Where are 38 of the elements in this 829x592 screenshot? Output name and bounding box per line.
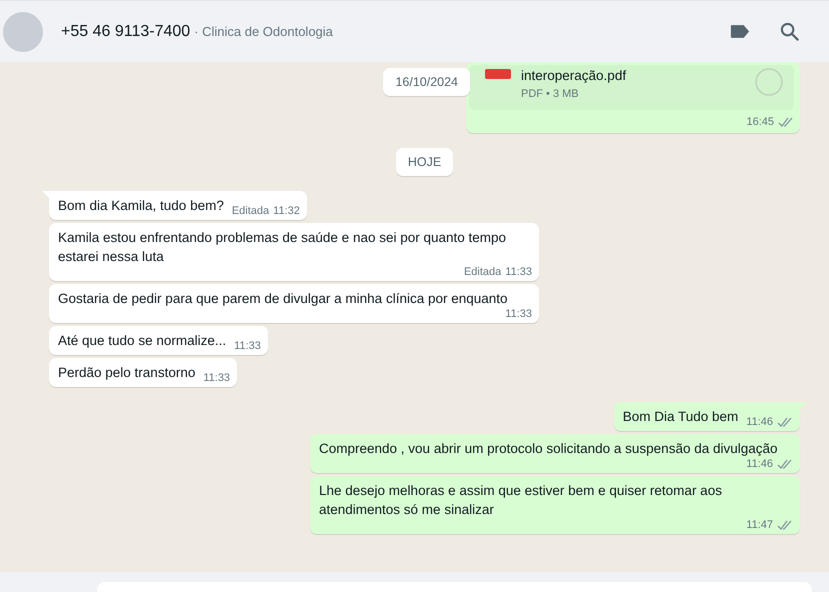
message-text: Até que tudo se normalize...: [58, 332, 226, 350]
file-details: PDF • 3 MB: [521, 87, 580, 102]
pdf-file-icon: [485, 69, 511, 79]
incoming-message[interactable]: Gostaria de pedir para que parem de divulgar a minha clínica por enquanto 11:33: [49, 284, 539, 323]
incoming-message[interactable]: Até que tudo se normalize... 11:33: [49, 326, 268, 355]
message-time: 11:33: [203, 372, 230, 385]
message-time: 11:47: [746, 519, 773, 532]
contact-avatar[interactable]: [3, 12, 43, 52]
label-icon[interactable]: [730, 24, 750, 39]
message-text: Lhe desejo melhoras e assim que estiver bem e quiser retomar aos atendimentos só me sinalizar: [319, 482, 723, 519]
contact-phone: +55 46 9113-7400: [61, 22, 190, 40]
file-card[interactable]: interoperação.pdf PDF • 3 MB: [469, 65, 794, 110]
date-chip: HOJE: [396, 148, 454, 176]
edited-label: Editada: [232, 205, 270, 218]
message-text: Bom dia Kamila, tudo bem?: [58, 197, 224, 215]
message-time: 11:32: [273, 205, 300, 218]
outgoing-message[interactable]: Lhe desejo melhoras e assim que estiver bem e quiser retomar aos atendimentos só me sinalizar 11:47: [310, 476, 800, 534]
download-circle-icon[interactable]: [754, 67, 784, 97]
message-text: Perdão pelo transtorno: [58, 364, 196, 382]
edited-label: Editada: [464, 266, 502, 279]
message-text: Compreendo , vou abrir um protocolo solicitando a suspensão da divulgação: [319, 440, 778, 458]
message-text: Gostaria de pedir para que parem de divulgar a minha clínica por enquanto: [58, 290, 508, 308]
outgoing-message[interactable]: Compreendo , vou abrir um protocolo solicitando a suspensão da divulgação 11:46: [310, 434, 800, 473]
message-time: 11:33: [505, 308, 532, 321]
message-time: 11:46: [746, 458, 773, 471]
incoming-message[interactable]: Perdão pelo transtorno 11:33: [49, 358, 238, 387]
file-name: interoperação.pdf: [521, 67, 628, 85]
message-time: 11:33: [505, 266, 532, 279]
contact-subtitle: · Clinica de Odontologia: [194, 24, 333, 39]
message-time: 11:46: [746, 416, 773, 429]
message-time: 16:45: [746, 116, 774, 129]
date-chip: 16/10/2024: [383, 68, 470, 96]
document-message[interactable]: interoperação.pdf PDF • 3 MB 16:45: [466, 62, 800, 133]
message-text: Kamila estou enfrentando problemas de saúde e nao sei por quanto tempo estarei nessa luta: [58, 229, 508, 266]
search-icon[interactable]: [780, 22, 799, 41]
message-time: 11:33: [234, 340, 261, 353]
message-text: Bom Dia Tudo bem: [622, 408, 738, 426]
incoming-message[interactable]: Kamila estou enfrentando problemas de saúde e nao sei por quanto tempo estarei nessa luta Editada 11:33: [49, 223, 539, 281]
